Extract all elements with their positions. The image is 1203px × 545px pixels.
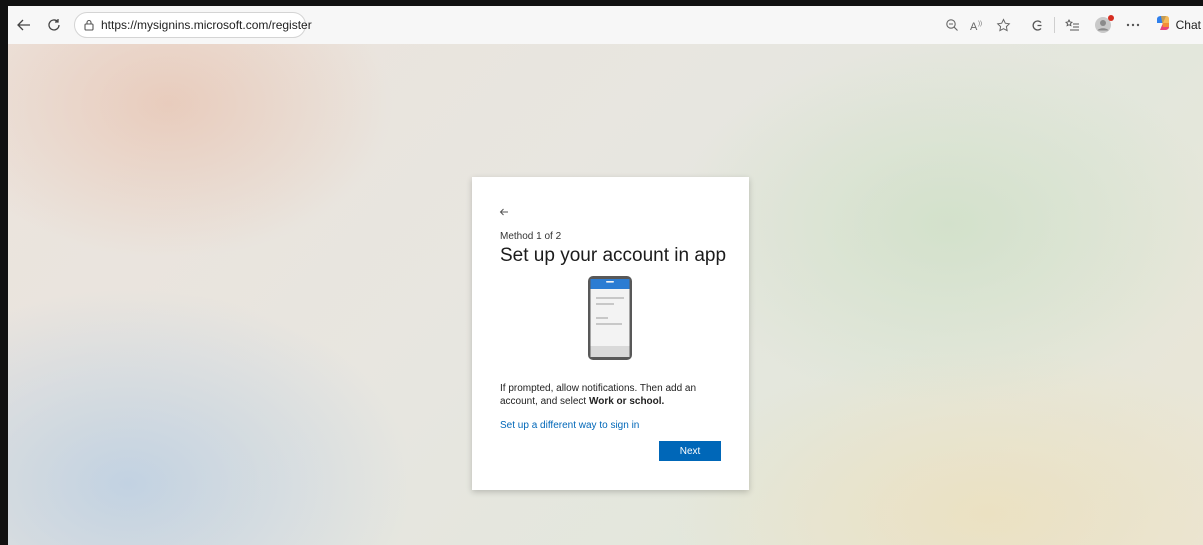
copilot-icon: [1153, 13, 1173, 38]
lock-icon[interactable]: [83, 17, 95, 33]
instructions-text: If prompted, allow notifications. Then a…: [500, 382, 725, 408]
address-bar[interactable]: https://mysignins.microsoft.com/register: [74, 12, 312, 38]
different-method-link[interactable]: Set up a different way to sign in: [500, 420, 639, 431]
chat-label: Chat: [1175, 18, 1201, 32]
toolbar-separator: [1053, 17, 1055, 33]
register-card: Method 1 of 2 Set up your account in app…: [472, 177, 749, 490]
chat-button[interactable]: Chat: [1153, 13, 1201, 38]
card-back-arrow-icon[interactable]: [499, 205, 509, 220]
zoom-out-icon[interactable]: [940, 13, 964, 37]
toolbar-actions: A)) Chat: [938, 6, 1203, 44]
card-title: Set up your account in app: [500, 245, 727, 266]
instructions-bold: Work or school.: [588, 396, 665, 407]
read-aloud-icon[interactable]: A)): [966, 13, 990, 37]
method-step-label: Method 1 of 2: [500, 231, 562, 242]
profile-avatar-icon[interactable]: [1091, 13, 1115, 37]
extensions-icon[interactable]: [1026, 13, 1050, 37]
url-text[interactable]: https://mysignins.microsoft.com/register: [101, 18, 312, 32]
collections-icon[interactable]: [1061, 13, 1085, 37]
next-button[interactable]: Next: [659, 441, 721, 461]
svg-text:)): )): [978, 21, 982, 27]
refresh-icon[interactable]: [42, 13, 66, 37]
more-icon[interactable]: [1121, 13, 1145, 37]
screen-frame: https://mysignins.microsoft.com/register…: [0, 0, 1203, 545]
phone-illustration-icon: [587, 275, 633, 366]
notification-dot: [1107, 15, 1114, 21]
page-background: Method 1 of 2 Set up your account in app…: [8, 44, 1203, 545]
svg-text:A: A: [970, 21, 978, 32]
back-arrow-icon[interactable]: [12, 13, 36, 37]
favorite-star-icon[interactable]: [992, 13, 1016, 37]
browser-toolbar: https://mysignins.microsoft.com/register…: [8, 6, 1203, 44]
